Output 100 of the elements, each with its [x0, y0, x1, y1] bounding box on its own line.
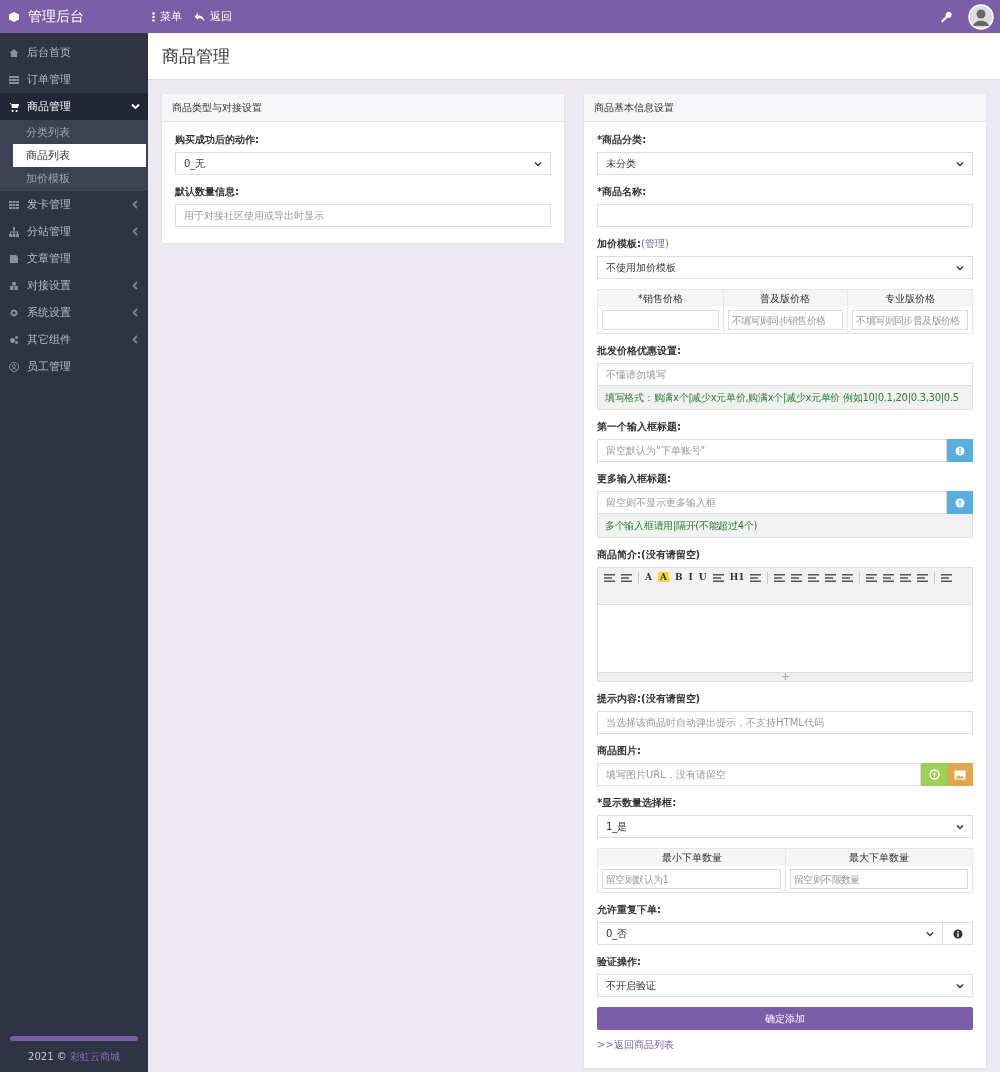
sidebar-item[interactable]: 其它组件 — [0, 326, 148, 353]
info-button[interactable] — [943, 922, 973, 945]
sidebar-item[interactable]: 文章管理 — [0, 245, 148, 272]
chevron-down-icon — [534, 160, 542, 167]
select-field[interactable]: 未分类 — [597, 152, 973, 175]
input-field[interactable]: 不懂请勿填写 — [597, 363, 973, 386]
exclamation-icon — [955, 497, 965, 508]
upload-icon — [928, 769, 940, 780]
user-icon — [9, 361, 19, 372]
sidebar-item[interactable]: 商品管理 — [0, 93, 148, 120]
toolbar-icon[interactable] — [866, 573, 878, 583]
input-field[interactable] — [597, 204, 973, 227]
field-label: 购买成功后的动作: — [175, 134, 259, 145]
back-button[interactable]: 返回 — [190, 9, 236, 24]
panel-title: 商品基本信息设置 — [584, 94, 986, 122]
home-icon — [9, 47, 19, 58]
field-label: 第一个输入框标题: — [597, 421, 681, 432]
exclamation-icon — [955, 445, 965, 456]
input-field[interactable]: 当选择该商品时自动弹出提示，不支持HTML代码 — [597, 711, 973, 734]
toolbar-button[interactable]: B — [674, 572, 683, 582]
manage-link[interactable]: (管理) — [641, 238, 669, 249]
submenu-item[interactable]: 加价模板 — [0, 167, 146, 190]
input-field[interactable]: 留空则不限数量 — [790, 869, 968, 889]
input-field[interactable]: 用于对接社区使用或导出时显示 — [175, 204, 551, 227]
chevron-down-icon — [956, 823, 964, 830]
cart-icon — [9, 101, 19, 112]
sidebar-item[interactable]: 发卡管理 — [0, 191, 148, 218]
menu-button[interactable]: 菜单 — [148, 9, 186, 24]
field-label: 商品图片: — [597, 745, 641, 756]
toolbar-button[interactable]: H1 — [729, 572, 745, 582]
sidebar-item[interactable]: 对接设置 — [0, 272, 148, 299]
brand-title: 管理后台 — [28, 7, 84, 26]
format-hint: 填写格式：购满x个|减少x元单价,购满x个|减少x元单价 例如10|0.1,20|0.3,30|0.5 — [597, 386, 973, 410]
table-header: *销售价格 — [598, 290, 723, 307]
field-label: 批发价格优惠设置: — [597, 345, 681, 356]
copyright-text: 2021 © — [28, 1051, 67, 1062]
sidebar-item[interactable]: 分站管理 — [0, 218, 148, 245]
submit-button[interactable]: 确定添加 — [597, 1007, 973, 1030]
input-field[interactable]: 不填写则同步销售价格 — [727, 310, 844, 330]
rich-text-editor[interactable]: A A B I U H1 — [597, 567, 973, 682]
chevron-down-icon — [926, 930, 934, 937]
back-link[interactable]: 返回商品列表 — [613, 1039, 674, 1050]
toolbar-icon[interactable] — [712, 573, 724, 583]
toolbar-icon[interactable] — [917, 573, 929, 583]
toolbar-icon[interactable] — [941, 573, 953, 583]
toolbar-button[interactable]: U — [698, 572, 707, 582]
select-field[interactable]: 0_否 — [597, 922, 943, 945]
dots-icon — [152, 11, 155, 22]
sidebar-item[interactable]: 系统设置 — [0, 299, 148, 326]
chevron-down-icon — [956, 160, 964, 167]
input-field[interactable]: 填写图片URL，没有请留空 — [597, 763, 921, 786]
chevron-down-icon — [131, 102, 140, 111]
avatar[interactable] — [968, 3, 994, 30]
input-field[interactable]: 留空则不显示更多输入框 — [597, 491, 947, 514]
toolbar-icon[interactable] — [791, 573, 803, 583]
select-field[interactable]: 不开启验证 — [597, 974, 973, 997]
chevron-left-icon — [131, 308, 140, 317]
file-icon — [9, 253, 19, 264]
select-field[interactable]: 不使用加价模板 — [597, 256, 973, 279]
field-label: 默认数量信息: — [175, 186, 239, 197]
toolbar-icon[interactable] — [825, 573, 837, 583]
field-label: 更多输入框标题: — [597, 473, 671, 484]
cubes-icon — [9, 280, 19, 291]
sidebar-item[interactable]: 后台首页 — [0, 39, 148, 66]
toolbar-icon[interactable] — [900, 573, 912, 583]
field-label: *商品分类: — [597, 134, 647, 145]
input-field[interactable] — [602, 310, 719, 330]
input-field[interactable]: 留空默认为"下单账号" — [597, 439, 947, 462]
toolbar-icon[interactable] — [808, 573, 820, 583]
table-header: 最大下单数量 — [786, 849, 972, 866]
input-field[interactable]: 留空则默认为1 — [602, 869, 781, 889]
list-icon — [9, 74, 19, 85]
sidebar-item[interactable]: 订单管理 — [0, 66, 148, 93]
toolbar-icon[interactable] — [750, 573, 762, 583]
toolbar-icon[interactable] — [883, 573, 895, 583]
panel-title: 商品类型与对接设置 — [162, 94, 564, 122]
table-header: 专业版价格 — [848, 290, 972, 307]
submenu-item[interactable]: 分类列表 — [0, 121, 146, 144]
toolbar-button[interactable]: A — [645, 572, 652, 582]
table-header: 普及版价格 — [723, 290, 848, 307]
field-label: *商品名称: — [597, 186, 647, 197]
submenu-item[interactable]: 商品列表 — [13, 144, 146, 167]
cogs-icon — [9, 334, 19, 345]
wrench-icon[interactable] — [940, 10, 952, 23]
field-label: 商品简介:(没有请留空) — [597, 549, 701, 560]
toolbar-icon[interactable] — [621, 573, 632, 583]
input-field[interactable]: 不填写则同步普及版价格 — [852, 310, 968, 330]
field-label: 验证操作: — [597, 956, 641, 967]
toolbar-button[interactable]: I — [688, 572, 693, 582]
select-field[interactable]: 1_是 — [597, 815, 973, 838]
select-field[interactable]: 0_无 — [175, 152, 551, 175]
toolbar-icon[interactable] — [774, 573, 786, 583]
toolbar-button[interactable]: A — [658, 572, 669, 582]
image-icon — [954, 769, 966, 780]
toolbar-icon[interactable] — [604, 573, 615, 583]
link-prefix: >> — [597, 1039, 614, 1050]
page-title: 商品管理 — [162, 44, 230, 68]
toolbar-icon[interactable] — [842, 573, 854, 583]
sidebar-item[interactable]: 员工管理 — [0, 353, 148, 380]
cube-icon — [8, 10, 20, 23]
